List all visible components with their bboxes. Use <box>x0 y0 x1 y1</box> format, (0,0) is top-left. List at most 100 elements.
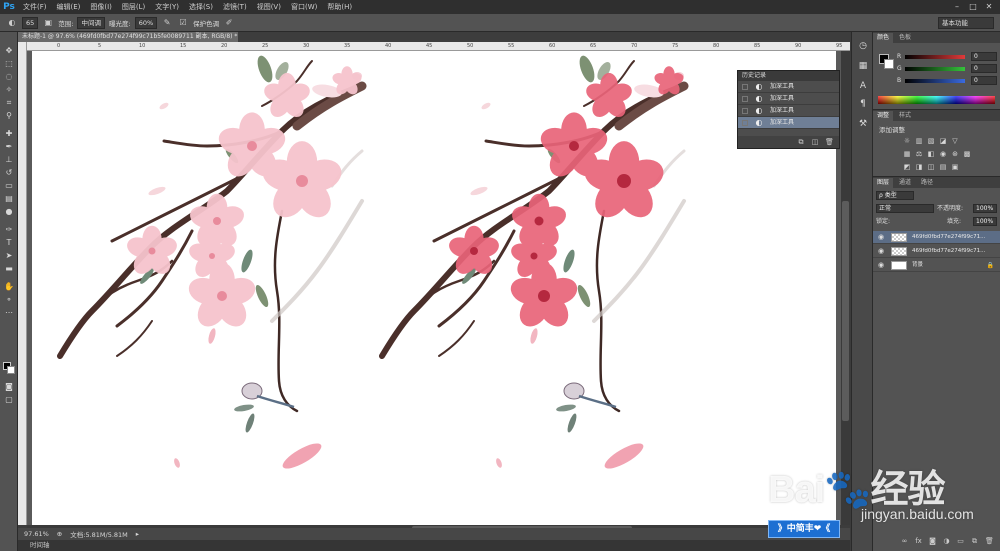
tab-swatches[interactable]: 色板 <box>895 33 915 43</box>
marquee-tool-icon[interactable]: ⬚ <box>3 59 15 69</box>
channel-slider[interactable] <box>905 67 965 71</box>
history-state[interactable]: ◐ 加深工具 <box>738 117 839 129</box>
document-canvas[interactable] <box>32 51 836 525</box>
protect-tones-checkbox[interactable]: ☑ <box>177 17 189 29</box>
blend-mode-select[interactable]: 正常 <box>876 204 934 213</box>
healing-brush-tool-icon[interactable]: ✚ <box>3 129 15 139</box>
curves-icon[interactable]: ▧ <box>927 137 935 145</box>
timeline-bar[interactable]: 时间轴 <box>18 540 850 551</box>
layer-name[interactable]: 背景 <box>912 259 923 271</box>
vibrance-icon[interactable]: ▽ <box>951 137 959 145</box>
document-tab[interactable]: 未标题-1 @ 97.6% (469fd0fbd77e274f99c71b5fe… <box>18 32 238 42</box>
move-tool-icon[interactable]: ✥ <box>3 46 15 56</box>
history-source-checkbox[interactable] <box>742 84 748 90</box>
vertical-ruler[interactable] <box>18 42 27 525</box>
pen-tool-icon[interactable]: ✑ <box>3 225 15 235</box>
add-mask-icon[interactable]: ◙ <box>929 537 936 545</box>
menu-item-1[interactable]: 编辑(E) <box>52 0 86 14</box>
tab-styles[interactable]: 样式 <box>895 111 915 121</box>
menu-item-8[interactable]: 窗口(W) <box>286 0 322 14</box>
swatches-icon[interactable]: ▦ <box>857 60 869 72</box>
color-lookup-icon[interactable]: ▩ <box>963 150 971 158</box>
channel-slider[interactable] <box>905 79 965 83</box>
tab-paths[interactable]: 路径 <box>917 178 937 188</box>
layer-name[interactable]: 469fd0fbd77e274f99c71... <box>912 231 985 243</box>
channel-value-input[interactable]: 0 <box>971 64 997 73</box>
tab-adjustments[interactable]: 调整 <box>873 111 894 121</box>
menu-item-2[interactable]: 图像(I) <box>85 0 117 14</box>
history-panel-title[interactable]: 历史记录 <box>738 71 839 81</box>
color-panel-background[interactable] <box>884 59 894 69</box>
layer-row[interactable]: ◉ 469fd0fbd77e274f99c71... <box>873 231 1000 244</box>
workspace-select[interactable]: 基本功能 <box>938 17 994 29</box>
history-panel-icon[interactable]: ◷ <box>857 40 869 52</box>
opacity-input[interactable]: 100% <box>973 204 997 213</box>
delete-state-icon[interactable]: 🗑 <box>825 138 834 146</box>
vertical-scrollbar[interactable] <box>841 51 850 525</box>
pressure-icon[interactable]: ✐ <box>223 17 235 29</box>
visibility-eye-icon[interactable]: ◉ <box>877 231 885 243</box>
visibility-eye-icon[interactable]: ◉ <box>877 259 885 271</box>
photo-filter-icon[interactable]: ◉ <box>939 150 947 158</box>
crop-tool-icon[interactable]: ⌗ <box>3 98 15 108</box>
history-state[interactable]: ◐ 加深工具 <box>738 93 839 105</box>
zoom-level[interactable]: 97.61% <box>24 530 49 538</box>
menu-item-6[interactable]: 滤镜(T) <box>218 0 252 14</box>
brightness-icon[interactable]: ☼ <box>903 137 911 145</box>
burn-tool-preset-icon[interactable]: ◐ <box>6 17 18 29</box>
history-source-checkbox[interactable] <box>742 120 748 126</box>
posterize-icon[interactable]: ◨ <box>915 163 923 171</box>
edit-toolbar-icon[interactable]: ⋯ <box>3 308 15 318</box>
threshold-icon[interactable]: ◫ <box>927 163 935 171</box>
tab-color[interactable]: 颜色 <box>873 33 894 43</box>
export-icon[interactable]: ⊕ <box>57 530 62 538</box>
black-white-icon[interactable]: ◧ <box>927 150 935 158</box>
eraser-tool-icon[interactable]: ▭ <box>3 181 15 191</box>
path-select-tool-icon[interactable]: ➤ <box>3 251 15 261</box>
brush-tool-icon[interactable]: ✒ <box>3 142 15 152</box>
gradient-map-icon[interactable]: ▤ <box>939 163 947 171</box>
delete-layer-icon[interactable]: 🗑 <box>985 537 994 545</box>
channel-value-input[interactable]: 0 <box>971 76 997 85</box>
menu-item-5[interactable]: 选择(S) <box>184 0 218 14</box>
channel-slider[interactable] <box>905 55 965 59</box>
type-tool-icon[interactable]: T <box>3 238 15 248</box>
invert-icon[interactable]: ◩ <box>903 163 911 171</box>
status-menu-icon[interactable]: ▸ <box>136 530 139 538</box>
visibility-eye-icon[interactable]: ◉ <box>877 245 885 257</box>
history-state[interactable]: ◐ 加深工具 <box>738 105 839 117</box>
quick-select-tool-icon[interactable]: ✧ <box>3 85 15 95</box>
gradient-tool-icon[interactable]: ▤ <box>3 194 15 204</box>
range-select[interactable]: 中间调 <box>77 16 105 29</box>
maximize-button[interactable]: □ <box>968 1 978 12</box>
new-document-from-state-icon[interactable]: ⧉ <box>797 138 805 146</box>
screen-mode-icon[interactable]: ▢ <box>3 395 15 405</box>
exposure-input[interactable]: 60% <box>134 16 158 29</box>
link-layers-icon[interactable]: ∞ <box>901 537 908 545</box>
new-adjustment-icon[interactable]: ◑ <box>943 537 950 545</box>
new-group-icon[interactable]: ▭ <box>957 537 964 545</box>
new-layer-icon[interactable]: ⧉ <box>971 537 978 545</box>
levels-icon[interactable]: ▥ <box>915 137 923 145</box>
new-snapshot-icon[interactable]: ◫ <box>811 138 819 146</box>
layer-style-icon[interactable]: fx <box>915 537 922 545</box>
lasso-tool-icon[interactable]: ◌ <box>3 72 15 82</box>
color-balance-icon[interactable]: ⚖ <box>915 150 923 158</box>
menu-item-7[interactable]: 视图(V) <box>252 0 286 14</box>
channel-mixer-icon[interactable]: ⊛ <box>951 150 959 158</box>
vertical-scroll-thumb[interactable] <box>842 201 849 421</box>
brush-panel-toggle-icon[interactable]: ▣ <box>42 17 54 29</box>
eyedropper-tool-icon[interactable]: ⚲ <box>3 111 15 121</box>
shape-tool-icon[interactable]: ▬ <box>3 264 15 274</box>
clone-stamp-tool-icon[interactable]: ⊥ <box>3 155 15 165</box>
layer-filter-select[interactable]: ρ 类型 <box>876 191 914 200</box>
history-brush-tool-icon[interactable]: ↺ <box>3 168 15 178</box>
tab-layers[interactable]: 图层 <box>873 178 894 188</box>
menu-item-0[interactable]: 文件(F) <box>18 0 52 14</box>
menu-item-4[interactable]: 文字(Y) <box>150 0 184 14</box>
tab-channels[interactable]: 通道 <box>895 178 915 188</box>
selective-color-icon[interactable]: ▣ <box>951 163 959 171</box>
airbrush-icon[interactable]: ✎ <box>161 17 173 29</box>
background-color-swatch[interactable] <box>7 366 15 374</box>
layer-row[interactable]: ◉ 背景 🔒 <box>873 259 1000 272</box>
